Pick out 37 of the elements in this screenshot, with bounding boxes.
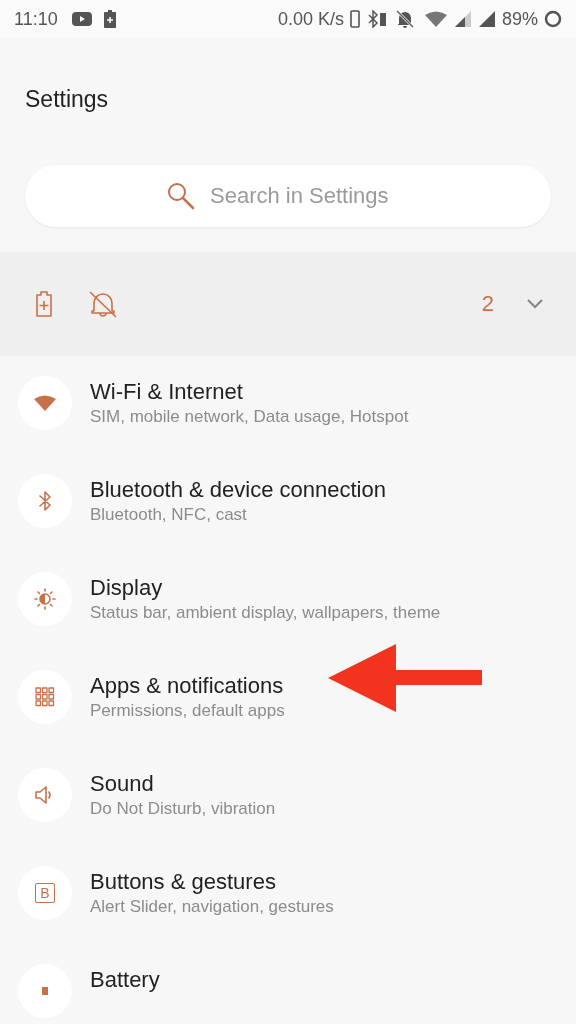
brightness-icon — [34, 587, 56, 610]
setting-title[interactable]: Buttons & gestures — [90, 867, 334, 896]
chevron-icon[interactable] — [526, 297, 544, 310]
video-play-icon — [71, 12, 92, 26]
page-title: Settings — [24, 85, 110, 114]
time-text: 11:10 — [14, 7, 58, 31]
battery-plus-icon — [34, 289, 54, 318]
battery-percent-text: 89% — [501, 7, 538, 31]
setting-title[interactable]: Apps & notifications — [90, 671, 285, 700]
setting-subtitle: Bluetooth, NFC, cast — [90, 503, 248, 526]
setting-subtitle: Status bar, ambient display, wallpapers, theme — [90, 601, 441, 624]
setting-subtitle: Alert Slider, navigation, gestures — [90, 895, 334, 918]
wifi-icon — [423, 11, 448, 27]
setting-subtitle: SIM, mobile network, Data usage, Hotspot — [90, 405, 409, 428]
setting-title[interactable]: Display — [90, 573, 441, 602]
conditions-count: 2 — [481, 290, 494, 318]
bluetooth-icon — [39, 489, 51, 512]
search-field[interactable]: Search in Settings — [210, 179, 410, 212]
bell-off-icon — [88, 289, 118, 318]
search-icon — [166, 180, 196, 211]
bell-off-icon — [395, 10, 414, 28]
setting-subtitle: Permissions, default apps — [90, 699, 285, 722]
wifi-icon — [33, 394, 57, 411]
setting-title[interactable]: Sound — [90, 769, 276, 798]
setting-subtitle: Do Not Disturb, vibration — [90, 797, 276, 820]
setting-title[interactable]: Battery — [90, 965, 160, 994]
battery-charging-icon — [103, 10, 116, 28]
letter-icon: B — [35, 882, 55, 903]
signal-icon — [477, 10, 496, 28]
phone-icon — [349, 10, 360, 28]
network-speed-text: 0.00 K/s — [277, 7, 344, 31]
bluetooth-icon — [367, 10, 388, 28]
signal-icon — [453, 10, 472, 28]
setting-title[interactable]: Bluetooth & device connection — [90, 475, 386, 504]
setting-title[interactable]: Wi-Fi & Internet — [90, 377, 409, 406]
grid-icon — [35, 686, 55, 707]
battery-ring-icon — [544, 10, 562, 28]
